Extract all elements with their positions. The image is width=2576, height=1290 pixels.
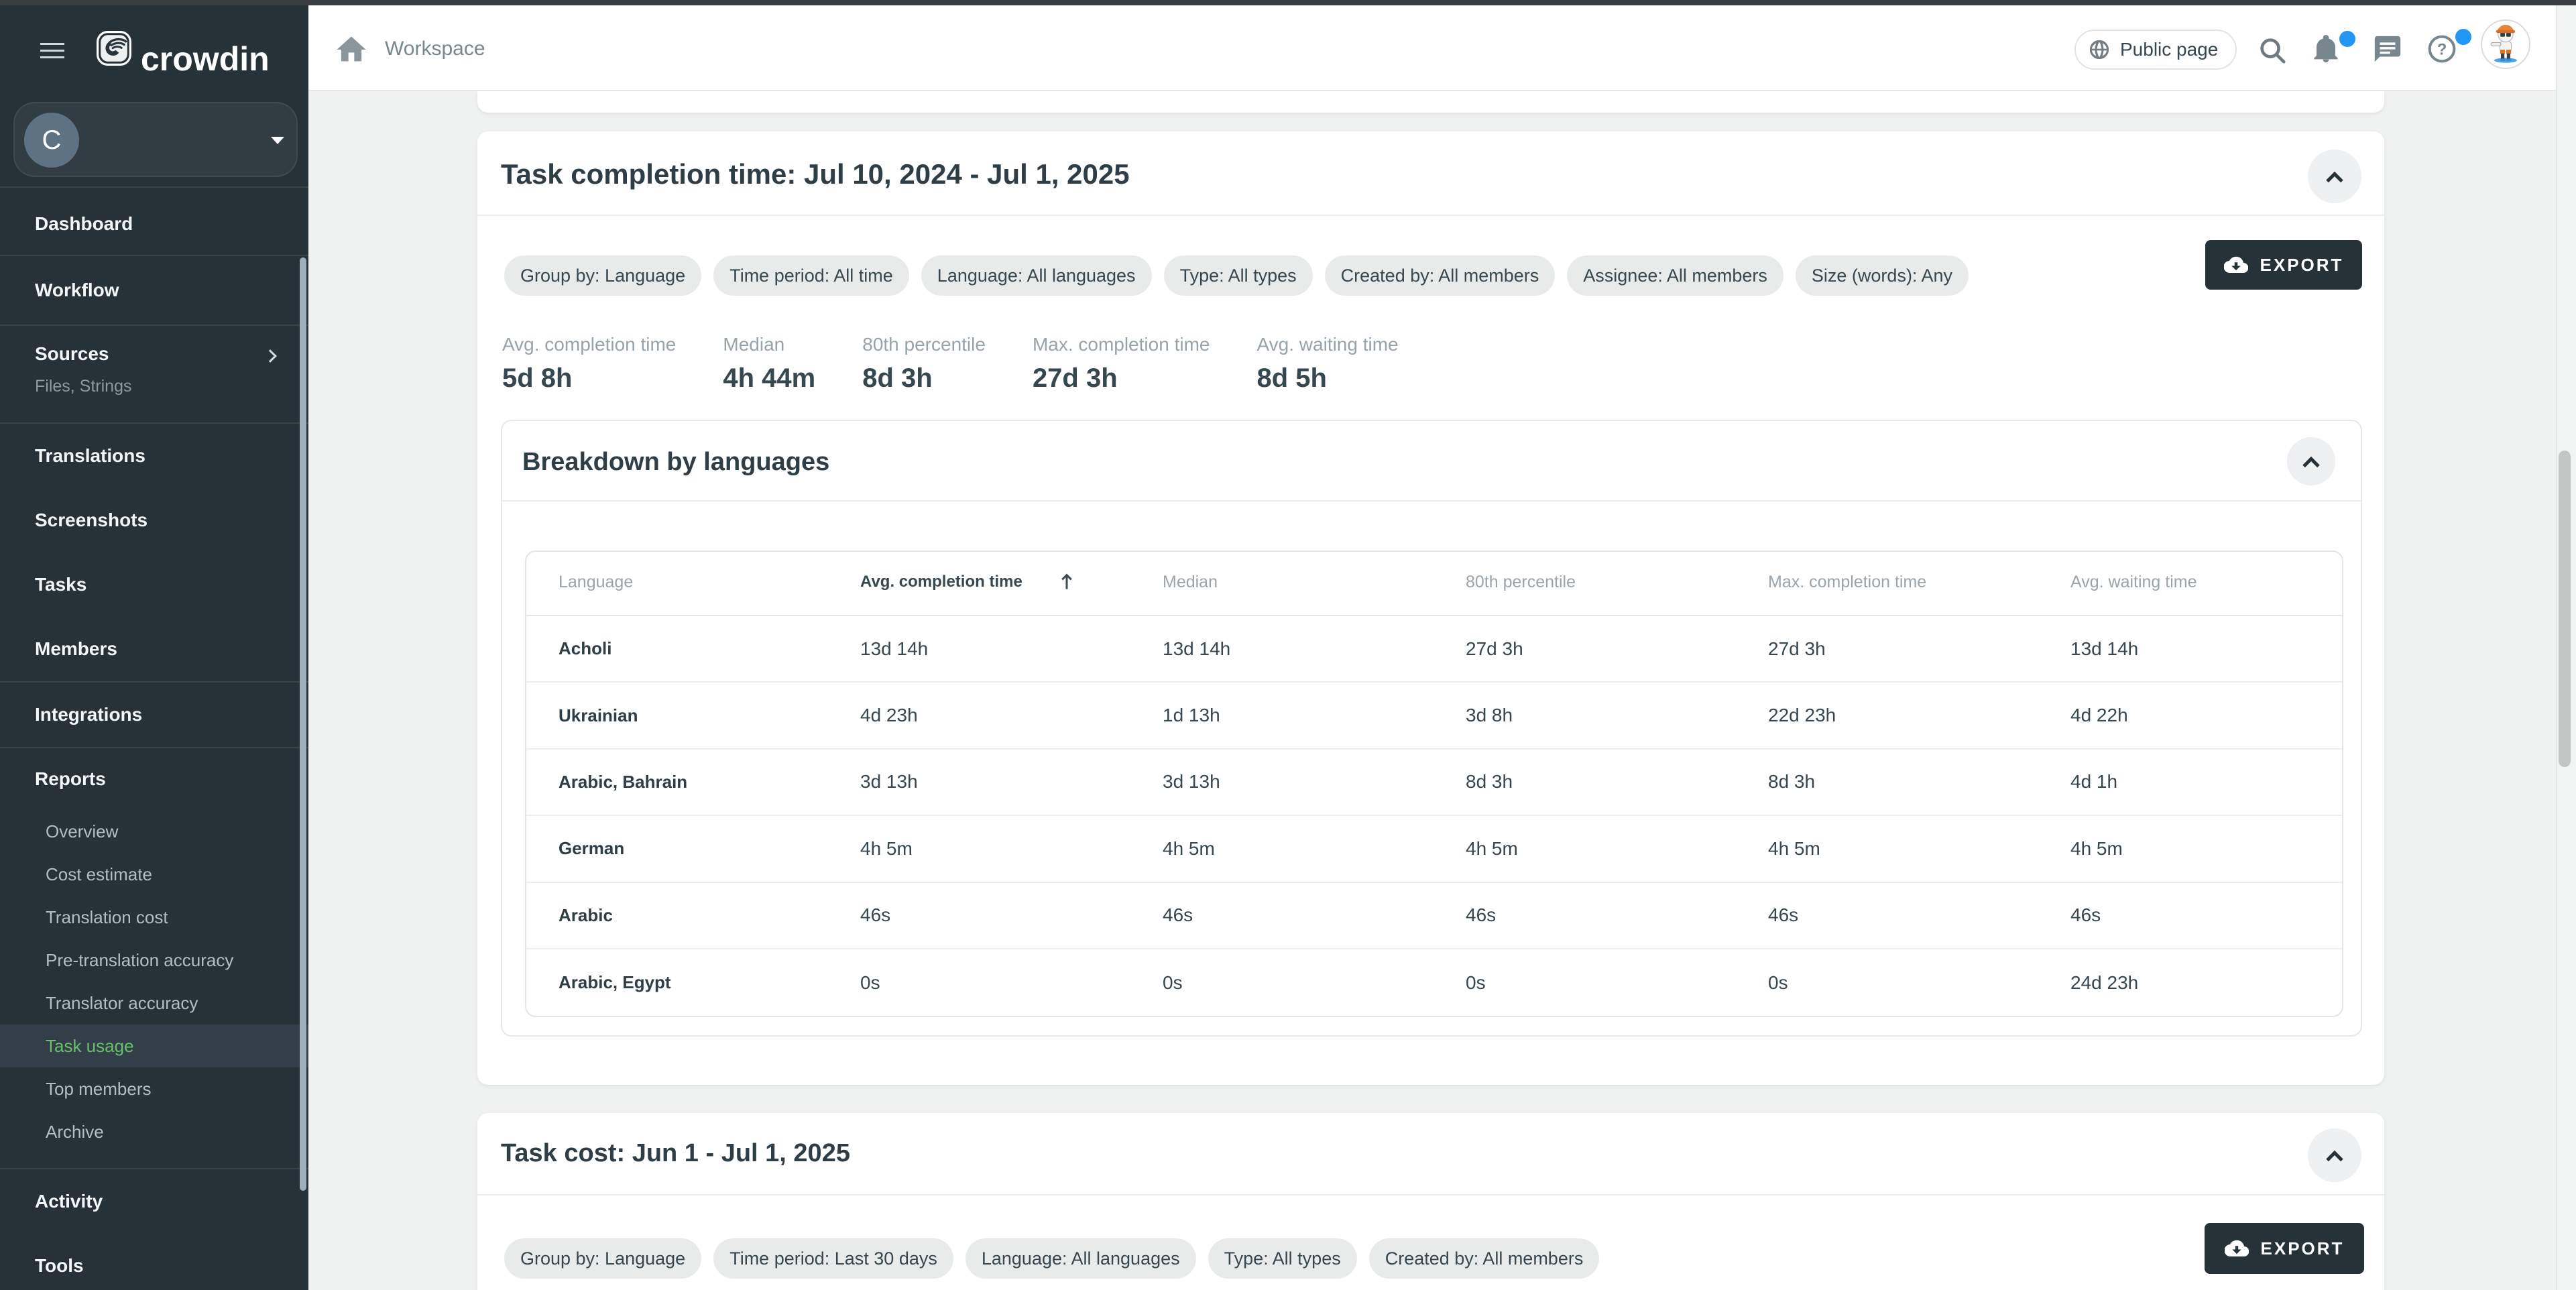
svg-text:?: ?: [2437, 40, 2447, 58]
svg-text:crowdin: crowdin: [141, 40, 268, 76]
